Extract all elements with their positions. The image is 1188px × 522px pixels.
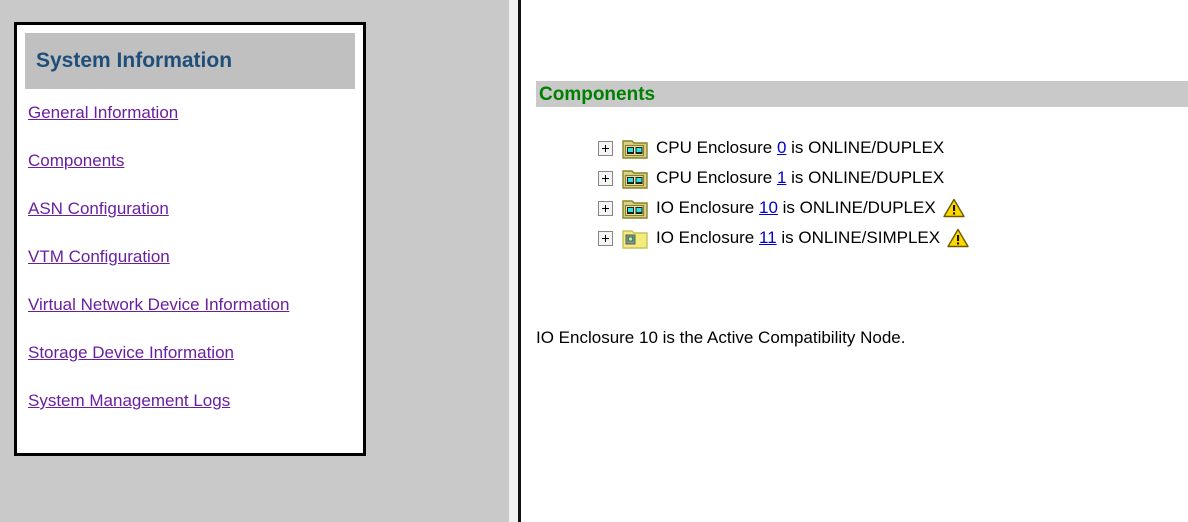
cpu-enclosure-icon[interactable] xyxy=(622,137,648,159)
tree-row-prefix: CPU Enclosure xyxy=(656,168,777,187)
tree-row[interactable]: CPU Enclosure 1 is ONLINE/DUPLEX xyxy=(598,163,969,193)
tree-row-prefix: CPU Enclosure xyxy=(656,138,777,157)
sidebar-header-band: System Information xyxy=(25,33,355,89)
panel-divider-gap xyxy=(509,0,518,522)
tree-row-text: CPU Enclosure 0 is ONLINE/DUPLEX xyxy=(656,138,944,158)
sidebar-link-system-management-logs[interactable]: System Management Logs xyxy=(28,391,230,410)
tree-row-suffix: is ONLINE/DUPLEX xyxy=(786,138,945,157)
system-information-box: System Information General Information C… xyxy=(14,22,366,456)
tree-row-prefix: IO Enclosure xyxy=(656,228,759,247)
tree-row-text: IO Enclosure 11 is ONLINE/SIMPLEX xyxy=(656,228,940,248)
warning-icon xyxy=(947,228,969,248)
left-navigation-panel: System Information General Information C… xyxy=(0,0,509,522)
sidebar-title: System Information xyxy=(36,49,233,72)
sidebar-link-vtm-configuration[interactable]: VTM Configuration xyxy=(28,247,170,266)
sidebar-link-virtual-network-device-information[interactable]: Virtual Network Device Information xyxy=(28,295,289,314)
io-enclosure-icon[interactable] xyxy=(622,227,648,249)
sidebar-link-asn-configuration[interactable]: ASN Configuration xyxy=(28,199,169,218)
components-heading: Components xyxy=(539,83,656,105)
content-panel: Components CPU Enclosure 0 is ONLINE/DUP… xyxy=(521,0,1188,522)
tree-row-text: IO Enclosure 10 is ONLINE/DUPLEX xyxy=(656,198,936,218)
cpu-enclosure-icon[interactable] xyxy=(622,167,648,189)
warning-icon xyxy=(942,198,965,218)
enclosure-number-link[interactable]: 10 xyxy=(759,198,778,217)
tree-row-text: CPU Enclosure 1 is ONLINE/DUPLEX xyxy=(656,168,944,188)
sidebar-link-list: General Information Components ASN Confi… xyxy=(17,89,363,410)
expand-plus-icon[interactable] xyxy=(598,170,613,186)
expand-plus-icon[interactable] xyxy=(598,140,613,156)
enclosure-number-link[interactable]: 11 xyxy=(759,228,777,247)
components-heading-band: Components xyxy=(536,81,1188,107)
active-compatibility-node-note: IO Enclosure 10 is the Active Compatibil… xyxy=(536,328,906,347)
tree-row[interactable]: CPU Enclosure 0 is ONLINE/DUPLEX xyxy=(598,133,969,163)
expand-plus-icon[interactable] xyxy=(598,200,613,216)
sidebar-link-components[interactable]: Components xyxy=(28,151,124,170)
components-tree: CPU Enclosure 0 is ONLINE/DUPLEX CPU Enc… xyxy=(598,133,969,253)
sidebar-link-storage-device-information[interactable]: Storage Device Information xyxy=(28,343,234,362)
expand-plus-icon[interactable] xyxy=(598,230,613,246)
tree-row-suffix: is ONLINE/DUPLEX xyxy=(777,198,936,217)
tree-row-prefix: IO Enclosure xyxy=(656,198,759,217)
io-enclosure-icon[interactable] xyxy=(622,197,648,219)
tree-row[interactable]: IO Enclosure 11 is ONLINE/SIMPLEX xyxy=(598,223,969,253)
tree-row[interactable]: IO Enclosure 10 is ONLINE/DUPLEX xyxy=(598,193,969,223)
enclosure-number-link[interactable]: 0 xyxy=(777,138,786,157)
sidebar-link-general-information[interactable]: General Information xyxy=(28,103,178,122)
enclosure-number-link[interactable]: 1 xyxy=(777,168,786,187)
tree-row-suffix: is ONLINE/SIMPLEX xyxy=(776,228,941,247)
tree-row-suffix: is ONLINE/DUPLEX xyxy=(786,168,945,187)
